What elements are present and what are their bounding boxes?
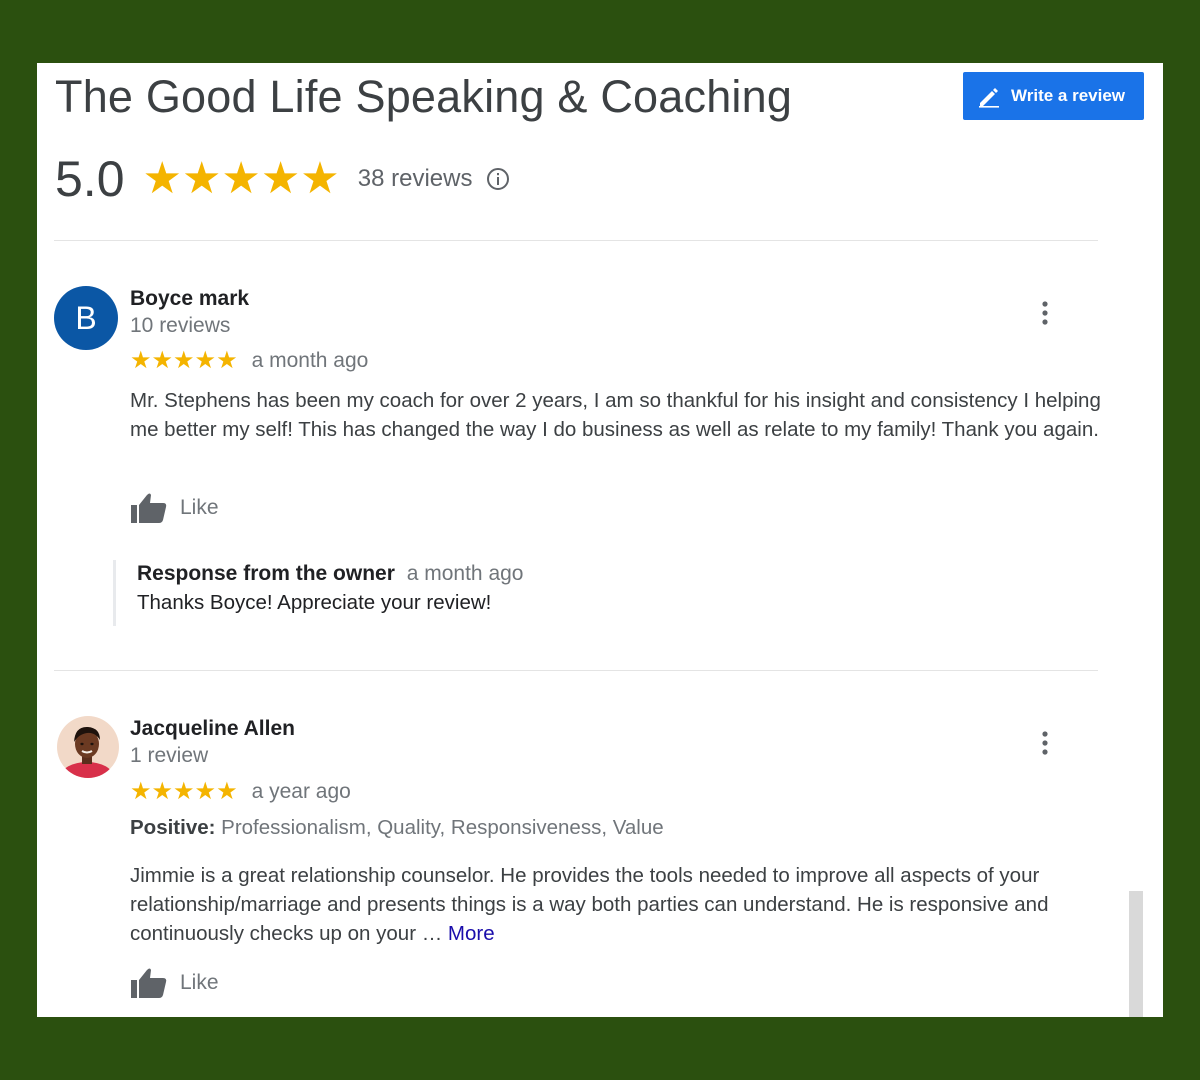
- review-text-content: Jimmie is a great relationship counselor…: [130, 864, 1049, 945]
- like-button[interactable]: Like: [130, 491, 219, 525]
- reviews-panel: The Good Life Speaking & Coaching Write …: [37, 63, 1163, 1017]
- owner-response-label: Response from the owner: [137, 562, 395, 585]
- owner-response: Response from the owner a month ago Than…: [113, 560, 524, 626]
- reviewer-review-count: 10 reviews: [130, 314, 231, 337]
- info-icon[interactable]: [486, 167, 510, 191]
- like-label: Like: [180, 971, 219, 994]
- like-label: Like: [180, 496, 219, 519]
- more-vert-icon[interactable]: [1035, 298, 1055, 328]
- rating-value: 5.0: [55, 151, 125, 207]
- star-rating-icons: ★★★★★: [130, 778, 238, 805]
- review-count[interactable]: 38 reviews: [358, 165, 473, 193]
- rating-summary: 5.0 ★★★★★ 38 reviews: [55, 147, 510, 211]
- review-time: a year ago: [251, 780, 351, 803]
- write-review-label: Write a review: [1011, 86, 1126, 105]
- owner-response-text: Thanks Boyce! Appreciate your review!: [137, 591, 492, 614]
- thumbs-up-icon: [131, 493, 167, 523]
- reviewer-review-count: 1 review: [130, 744, 209, 767]
- positive-attributes: Positive: Professionalism, Quality, Resp…: [130, 816, 664, 840]
- more-link[interactable]: More: [448, 922, 495, 945]
- divider: [54, 670, 1098, 671]
- positive-text: Professionalism, Quality, Responsiveness…: [221, 816, 664, 839]
- like-button[interactable]: Like: [130, 966, 219, 1000]
- review-text: Jimmie is a great relationship counselor…: [130, 861, 1105, 948]
- review-time: a month ago: [251, 349, 369, 372]
- review-text: Mr. Stephens has been my coach for over …: [130, 389, 1101, 441]
- reviewer-name[interactable]: Boyce mark: [130, 287, 249, 311]
- star-rating-icons: ★★★★★: [142, 154, 340, 203]
- divider: [54, 240, 1098, 241]
- pencil-icon: [979, 88, 999, 108]
- reviewer-name[interactable]: Jacqueline Allen: [130, 717, 295, 741]
- avatar[interactable]: [57, 716, 119, 778]
- star-rating-icons: ★★★★★: [130, 347, 238, 374]
- owner-response-time: a month ago: [406, 562, 524, 585]
- thumbs-up-icon: [131, 968, 167, 998]
- more-vert-icon[interactable]: [1035, 728, 1055, 758]
- review-rating-row: ★★★★★ a year ago: [130, 780, 351, 804]
- write-review-button[interactable]: Write a review: [963, 72, 1144, 120]
- review-rating-row: ★★★★★ a month ago: [130, 349, 368, 373]
- positive-label: Positive:: [130, 816, 216, 839]
- business-title: The Good Life Speaking & Coaching: [55, 71, 793, 122]
- avatar[interactable]: B: [54, 286, 118, 350]
- scrollbar-thumb[interactable]: [1129, 891, 1143, 1017]
